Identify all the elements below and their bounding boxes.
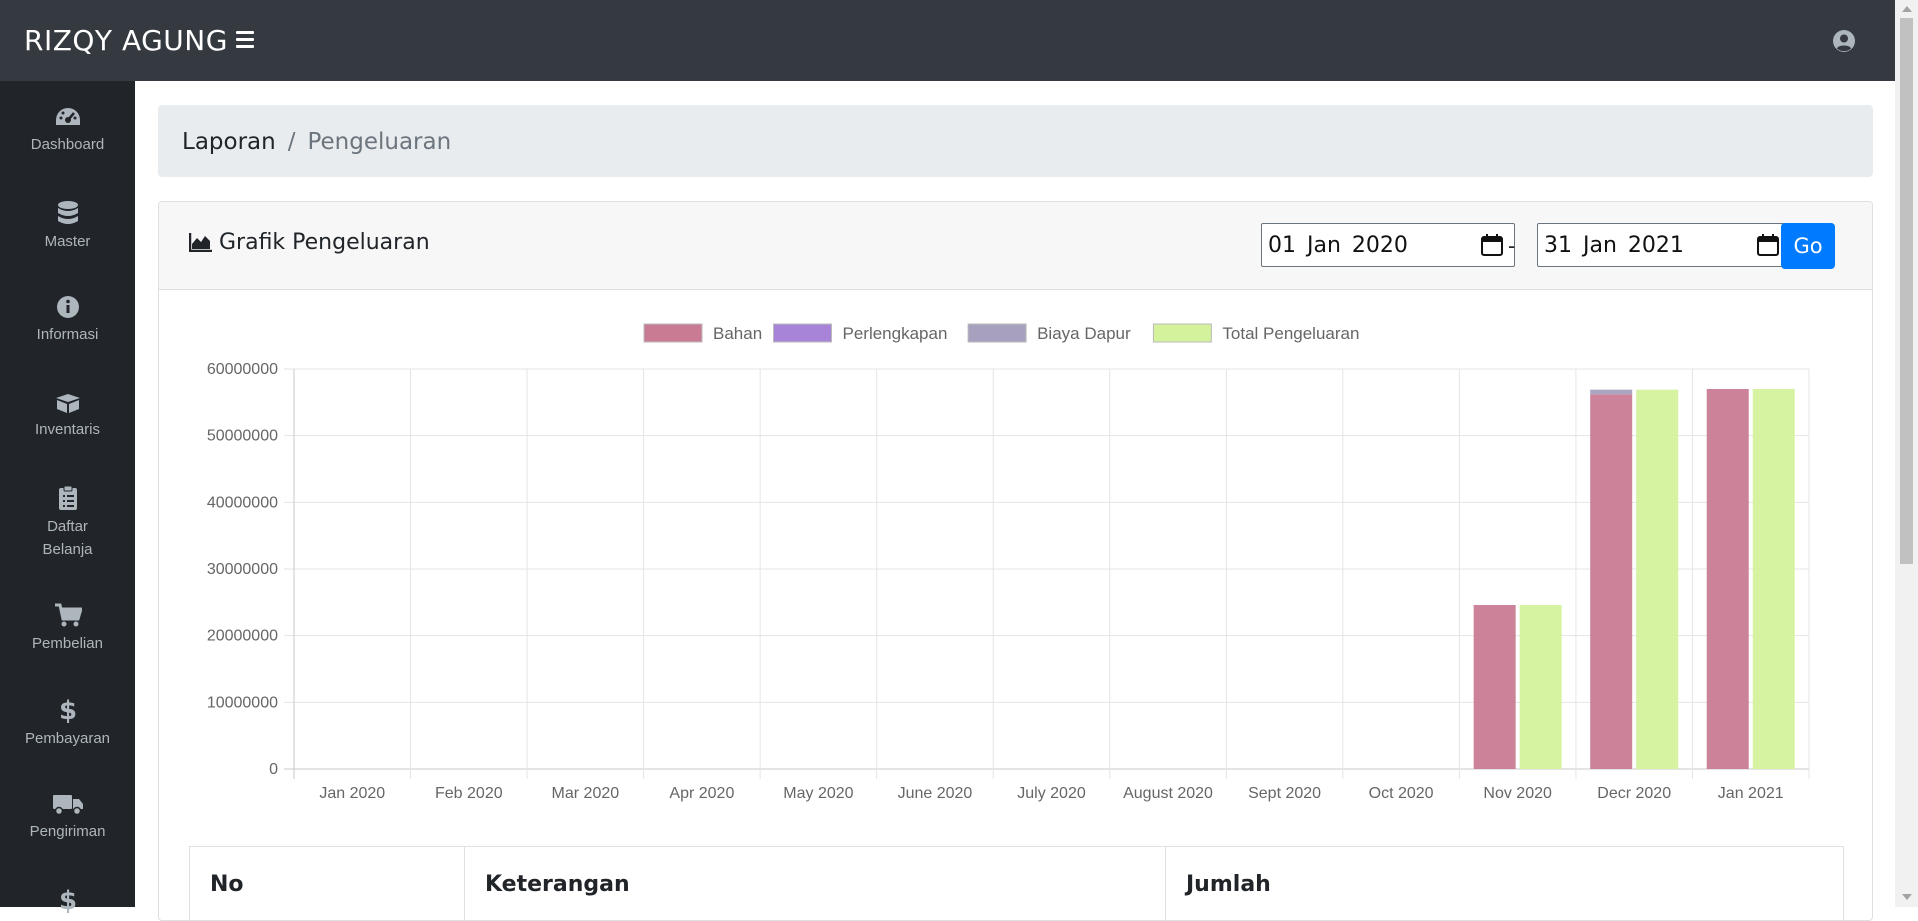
bar-total-pengeluaran bbox=[1519, 605, 1562, 769]
sidebar-item-label: Daftar Belanja bbox=[42, 518, 93, 558]
page-scrollbar[interactable] bbox=[1895, 0, 1918, 907]
sidebar-item-informasi[interactable]: Informasi bbox=[0, 295, 135, 346]
breadcrumb: Laporan / Pengeluaran bbox=[158, 105, 1873, 177]
y-tick-label: 0 bbox=[269, 761, 278, 778]
legend-swatch bbox=[643, 323, 703, 343]
column-header-jumlah: Jumlah bbox=[1186, 872, 1271, 897]
cart-icon bbox=[54, 603, 82, 627]
legend-swatch bbox=[773, 323, 832, 343]
dashboard-icon bbox=[55, 108, 80, 125]
y-tick-label: 30000000 bbox=[207, 561, 278, 578]
x-tick-label: June 2020 bbox=[898, 785, 973, 802]
bar-total-pengeluaran bbox=[1636, 389, 1679, 769]
info-icon bbox=[56, 296, 79, 318]
database-icon bbox=[57, 201, 78, 224]
expense-table-header: No Keterangan Jumlah bbox=[189, 846, 1844, 920]
sidebar-item-pengiriman[interactable]: Pengiriman bbox=[0, 792, 135, 843]
x-tick-label: Mar 2020 bbox=[552, 785, 620, 802]
sidebar-item-daftar-belanja[interactable]: Daftar Belanja bbox=[0, 485, 135, 561]
x-tick-label: Oct 2020 bbox=[1369, 785, 1434, 802]
expense-chart-card: Grafik Pengeluaran 01 Jan 2020 - 31 Jan … bbox=[158, 201, 1873, 921]
legend-swatch bbox=[967, 323, 1027, 343]
sidebar-item-pembayaran[interactable]: $ Pembayaran bbox=[0, 697, 135, 750]
go-button[interactable]: Go bbox=[1781, 223, 1835, 269]
bar-total-pengeluaran bbox=[1752, 389, 1795, 769]
brand-title[interactable]: RIZQY AGUNG bbox=[24, 24, 228, 57]
sidebar-item-master[interactable]: Master bbox=[0, 200, 135, 253]
date-to-input[interactable]: 31 Jan 2021 bbox=[1537, 223, 1791, 267]
y-tick-label: 10000000 bbox=[207, 694, 278, 711]
x-tick-label: Apr 2020 bbox=[669, 785, 734, 802]
clipboard-icon bbox=[58, 485, 77, 510]
x-tick-label: August 2020 bbox=[1123, 785, 1213, 802]
date-from-value: 01 Jan 2020 bbox=[1268, 233, 1408, 258]
x-tick-label: July 2020 bbox=[1017, 785, 1086, 802]
column-header-no: No bbox=[190, 847, 465, 920]
user-account-icon[interactable] bbox=[1832, 29, 1856, 53]
scroll-up-arrow-icon[interactable] bbox=[1902, 6, 1912, 12]
sidebar-item-more[interactable]: $ bbox=[0, 887, 135, 917]
legend-label: Bahan bbox=[713, 324, 762, 343]
sidebar-item-label: Pembelian bbox=[32, 635, 103, 652]
calendar-icon[interactable] bbox=[1480, 233, 1504, 257]
x-tick-label: Jan 2020 bbox=[319, 785, 385, 802]
sidebar-item-pembelian[interactable]: Pembelian bbox=[0, 602, 135, 655]
date-from-input[interactable]: 01 Jan 2020 bbox=[1261, 223, 1515, 267]
card-title-text: Grafik Pengeluaran bbox=[219, 230, 430, 255]
bar-bahan bbox=[1706, 389, 1749, 769]
sidebar-item-dashboard[interactable]: Dashboard bbox=[0, 105, 135, 156]
legend-label: Total Pengeluaran bbox=[1222, 324, 1359, 343]
date-range-separator: - bbox=[1508, 233, 1516, 258]
bar-biaya-dapur bbox=[1590, 389, 1633, 395]
legend-label: Perlengkapan bbox=[843, 324, 948, 343]
breadcrumb-separator: / bbox=[287, 129, 296, 155]
card-header: Grafik Pengeluaran 01 Jan 2020 - 31 Jan … bbox=[159, 202, 1872, 290]
sidebar-item-label: Inventaris bbox=[34, 421, 101, 438]
x-tick-label: Nov 2020 bbox=[1483, 785, 1552, 802]
sidebar: Dashboard Master Informasi Inventaris Da… bbox=[0, 81, 135, 913]
sidebar-item-label: Pembayaran bbox=[24, 730, 111, 747]
svg-text:$: $ bbox=[59, 697, 77, 723]
expense-bar-chart: 0 10000000 20000000 30000000 40000000 5000000… bbox=[207, 323, 1810, 802]
dollar-icon: $ bbox=[59, 697, 77, 723]
bar-bahan bbox=[1590, 394, 1633, 769]
card-title: Grafik Pengeluaran bbox=[188, 230, 430, 255]
svg-text:$: $ bbox=[59, 887, 77, 913]
x-tick-label: Jan 2021 bbox=[1718, 785, 1784, 802]
breadcrumb-parent[interactable]: Laporan bbox=[182, 129, 276, 155]
column-header-keterangan: Keterangan bbox=[465, 847, 1166, 920]
y-tick-label: 60000000 bbox=[207, 361, 278, 378]
area-chart-icon bbox=[188, 233, 212, 253]
sidebar-item-label: Dashboard bbox=[30, 136, 105, 153]
truck-icon bbox=[52, 795, 83, 816]
sidebar-item-inventaris[interactable]: Inventaris bbox=[0, 390, 135, 441]
x-tick-label: Decr 2020 bbox=[1597, 785, 1671, 802]
dollar-icon: $ bbox=[59, 887, 77, 913]
bar-bahan bbox=[1473, 605, 1516, 769]
legend-swatch bbox=[1152, 323, 1212, 343]
box-icon bbox=[55, 394, 80, 413]
y-tick-label: 20000000 bbox=[207, 628, 278, 645]
y-tick-label: 40000000 bbox=[207, 494, 278, 511]
scrollbar-thumb[interactable] bbox=[1900, 18, 1913, 564]
sidebar-item-label: Pengiriman bbox=[29, 823, 106, 840]
x-tick-label: Feb 2020 bbox=[435, 785, 503, 802]
legend-label: Biaya Dapur bbox=[1037, 324, 1131, 343]
menu-toggle-icon[interactable] bbox=[236, 31, 254, 49]
date-to-value: 31 Jan 2021 bbox=[1544, 233, 1684, 258]
x-tick-label: May 2020 bbox=[783, 785, 853, 802]
y-tick-label: 50000000 bbox=[207, 428, 278, 445]
calendar-icon[interactable] bbox=[1756, 233, 1780, 257]
x-tick-label: Sept 2020 bbox=[1248, 785, 1321, 802]
sidebar-item-label: Master bbox=[44, 233, 91, 250]
main-content: Laporan / Pengeluaran Grafik Pengeluaran 0… bbox=[135, 81, 1895, 921]
sidebar-item-label: Informasi bbox=[36, 326, 99, 343]
top-navbar: RIZQY AGUNG bbox=[0, 0, 1895, 81]
scroll-down-arrow-icon[interactable] bbox=[1902, 894, 1912, 900]
breadcrumb-current: Pengeluaran bbox=[307, 129, 452, 155]
